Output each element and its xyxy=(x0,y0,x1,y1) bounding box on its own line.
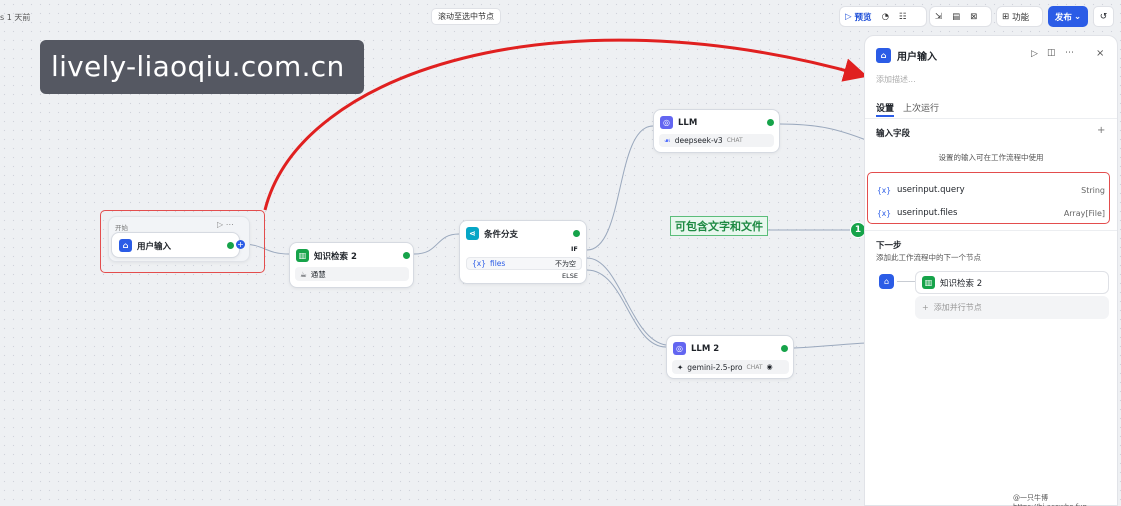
book-icon: ▥ xyxy=(922,276,935,289)
footer-credit: @一只牛博https://hi.acowbo.fun xyxy=(1013,494,1087,506)
llm-2-node[interactable]: ◎ LLM 2 ✦ gemini-2.5-pro CHAT ◉ xyxy=(666,335,794,379)
knowledge-dataset-row: ☕ 通慧 xyxy=(295,267,409,281)
input-fields-label: 输入字段 xyxy=(876,129,911,139)
home-icon: ⌂ xyxy=(119,239,132,252)
start-node-title: 用户输入 xyxy=(137,241,172,252)
tab-settings[interactable]: 设置 xyxy=(876,101,894,114)
variable-icon: {x} xyxy=(877,185,891,195)
book-icon: ▥ xyxy=(296,249,309,262)
edge-if-llm xyxy=(586,125,654,251)
doc-icon[interactable]: ◫ xyxy=(1047,48,1056,58)
tab-last-run[interactable]: 上次运行 xyxy=(903,101,939,114)
gemini-icon: ✦ xyxy=(677,362,684,372)
close-icon[interactable]: × xyxy=(1096,48,1104,59)
if-label: IF xyxy=(571,245,578,253)
llm-node[interactable]: ◎ LLM ☙ deepseek-v3 CHAT xyxy=(653,109,780,153)
annotation-label: 可包含文字和文件 xyxy=(670,216,768,236)
run-node-icon[interactable]: ▷ ⋯ xyxy=(217,220,234,229)
add-parallel-node-button[interactable]: + 添加并行节点 xyxy=(915,296,1109,319)
condition-row: {x} files 不为空 xyxy=(466,257,582,270)
edge-llm-out xyxy=(779,123,867,141)
input-field-row[interactable]: {x} userinput.query String xyxy=(877,180,1105,200)
node-settings-panel: ⌂ 用户输入 ▷ ◫ ⋯ × 添加描述... 设置 上次运行 输入字段 + 设置… xyxy=(864,35,1118,506)
deepseek-icon: ☙ xyxy=(664,136,671,145)
watermark: lively-liaoqiu.com.cn xyxy=(40,40,364,94)
input-fields-hint: 设置的输入可在工作流程中使用 xyxy=(938,153,1044,162)
model-row: ☙ deepseek-v3 CHAT xyxy=(659,134,774,147)
if-else-node[interactable]: ⋖ 条件分支 IF {x} files 不为空 ELSE xyxy=(459,220,587,284)
llm-icon: ◎ xyxy=(660,116,673,129)
panel-title: 用户输入 xyxy=(897,52,937,63)
else-label: ELSE xyxy=(562,272,578,280)
success-icon xyxy=(573,230,580,237)
input-field-row[interactable]: {x} userinput.files Array[File] xyxy=(877,203,1105,223)
plus-icon: + xyxy=(922,303,929,312)
next-step-title: 下一步 xyxy=(876,241,902,251)
home-icon: ⌂ xyxy=(879,274,894,289)
success-icon xyxy=(767,119,774,126)
variable-icon: {x} xyxy=(472,259,486,268)
home-icon: ⌂ xyxy=(876,48,891,63)
dataset-icon: ☕ xyxy=(300,269,307,279)
description-input[interactable]: 添加描述... xyxy=(876,74,916,85)
success-icon xyxy=(403,252,410,259)
variable-icon: {x} xyxy=(877,208,891,218)
edge-else-llm2 xyxy=(586,269,667,348)
success-icon xyxy=(227,242,234,249)
edge-condition-llm2 xyxy=(586,257,667,346)
divider xyxy=(865,230,1117,231)
success-icon xyxy=(781,345,788,352)
edge-knowledge-condition xyxy=(413,233,460,255)
add-node-icon[interactable]: + xyxy=(236,240,245,249)
more-icon[interactable]: ⋯ xyxy=(1065,48,1074,58)
connector-line xyxy=(897,281,915,282)
branch-icon: ⋖ xyxy=(466,227,479,240)
run-icon[interactable]: ▷ xyxy=(1031,49,1038,59)
divider xyxy=(865,118,1117,119)
llm-icon: ◎ xyxy=(673,342,686,355)
add-field-icon[interactable]: + xyxy=(1097,125,1105,136)
knowledge-retrieval-node[interactable]: ▥ 知识检索 2 ☕ 通慧 xyxy=(289,242,414,288)
model-row: ✦ gemini-2.5-pro CHAT ◉ xyxy=(672,360,789,374)
active-tab-indicator xyxy=(876,115,894,117)
next-step-desc: 添加此工作流程中的下一个节点 xyxy=(876,253,981,262)
start-group-label: 开始 xyxy=(115,224,128,232)
next-node-item[interactable]: ▥ 知识检索 2 xyxy=(915,271,1109,294)
start-node[interactable]: ⌂ 用户输入 xyxy=(111,232,240,258)
edge-llm2-out xyxy=(793,342,867,349)
vision-icon: ◉ xyxy=(766,363,773,371)
